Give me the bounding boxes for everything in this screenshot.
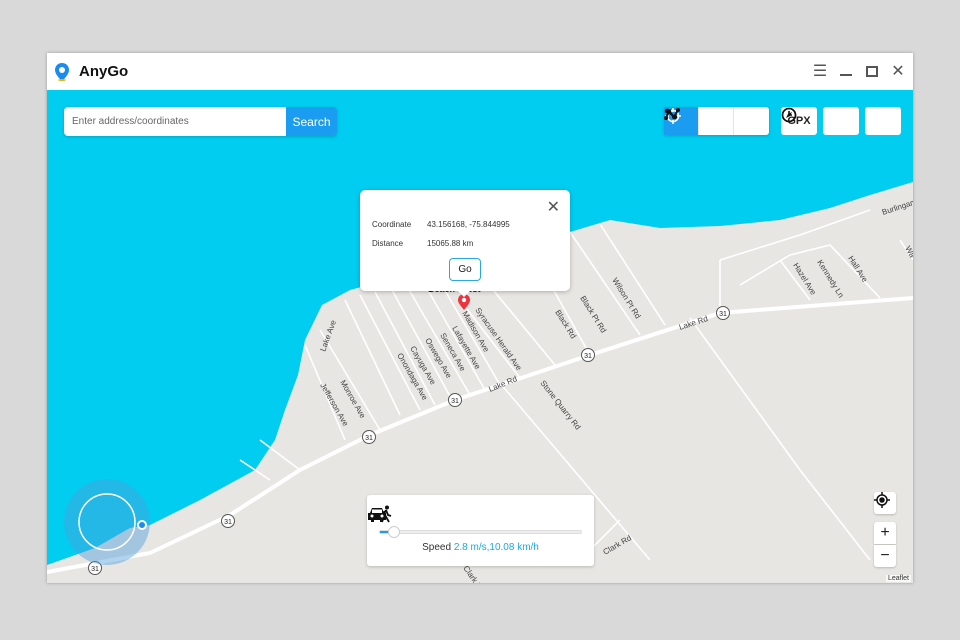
svg-text:31: 31 (365, 435, 373, 442)
coordinate-label: Coordinate (372, 220, 412, 229)
joystick[interactable] (64, 479, 150, 565)
zoom-out-button[interactable]: − (874, 545, 896, 567)
map[interactable]: Lake Rd Lake Rd Lake Ave Monroe Ave Jeff… (47, 90, 913, 583)
locate-icon (874, 492, 890, 508)
distance-label: Distance (372, 239, 404, 248)
route-31-shield: 31 (221, 514, 235, 528)
locate-me-button[interactable] (874, 492, 896, 514)
coordinate-value: 43.156168, -75.844995 (427, 220, 510, 229)
multi-spot-mode-button[interactable] (664, 107, 769, 135)
location-pin-logo-icon (55, 62, 69, 81)
speed-value: 2.8 m/s,10.08 km/h (453, 542, 539, 553)
route-31-shield: 31 (716, 306, 730, 320)
close-icon[interactable]: ✕ (547, 197, 560, 217)
svg-text:31: 31 (91, 566, 99, 573)
attribution-link[interactable]: Leaflet (885, 575, 911, 582)
minimize-icon[interactable] (837, 62, 855, 80)
app-title: AnyGo (79, 63, 129, 80)
speed-panel: Speed 2.8 m/s,10.08 km/h (367, 495, 594, 566)
utility-toolbar: GPX (781, 107, 901, 135)
history-button[interactable] (781, 107, 859, 135)
distance-value: 15065.88 km (427, 239, 474, 248)
svg-text:31: 31 (584, 353, 592, 360)
title-bar: AnyGo ☰ ✕ (47, 53, 913, 90)
app-window: AnyGo ☰ ✕ Lake Rd Lake Rd Lake Ave Monro… (47, 53, 913, 583)
search-bar: Search (64, 107, 337, 136)
mode-toolbar (664, 107, 769, 135)
svg-text:31: 31 (224, 519, 232, 526)
route-31-shield: 31 (581, 348, 595, 362)
close-icon[interactable]: ✕ (889, 62, 907, 80)
compass-button[interactable] (781, 107, 901, 135)
maximize-icon[interactable] (863, 62, 881, 80)
two-spot-mode-button[interactable] (664, 107, 734, 135)
speed-slider[interactable] (379, 526, 582, 538)
location-popup: ✕ Coordinate 43.156168, -75.844995 Distan… (360, 190, 570, 297)
route-31-shield: 31 (362, 430, 376, 444)
svg-text:31: 31 (451, 398, 459, 405)
route-31-shield: 31 (448, 393, 462, 407)
zoom-in-button[interactable]: + (874, 522, 896, 544)
menu-icon[interactable]: ☰ (811, 62, 829, 80)
svg-text:31: 31 (719, 311, 727, 318)
go-button[interactable]: Go (449, 258, 481, 281)
car-icon (368, 508, 386, 522)
address-input[interactable] (64, 107, 286, 136)
multi-spot-icon (664, 108, 680, 120)
search-button[interactable]: Search (286, 107, 337, 136)
speed-slider-thumb[interactable] (388, 526, 401, 538)
speed-label: Speed (422, 542, 452, 553)
compass-icon (781, 107, 797, 123)
